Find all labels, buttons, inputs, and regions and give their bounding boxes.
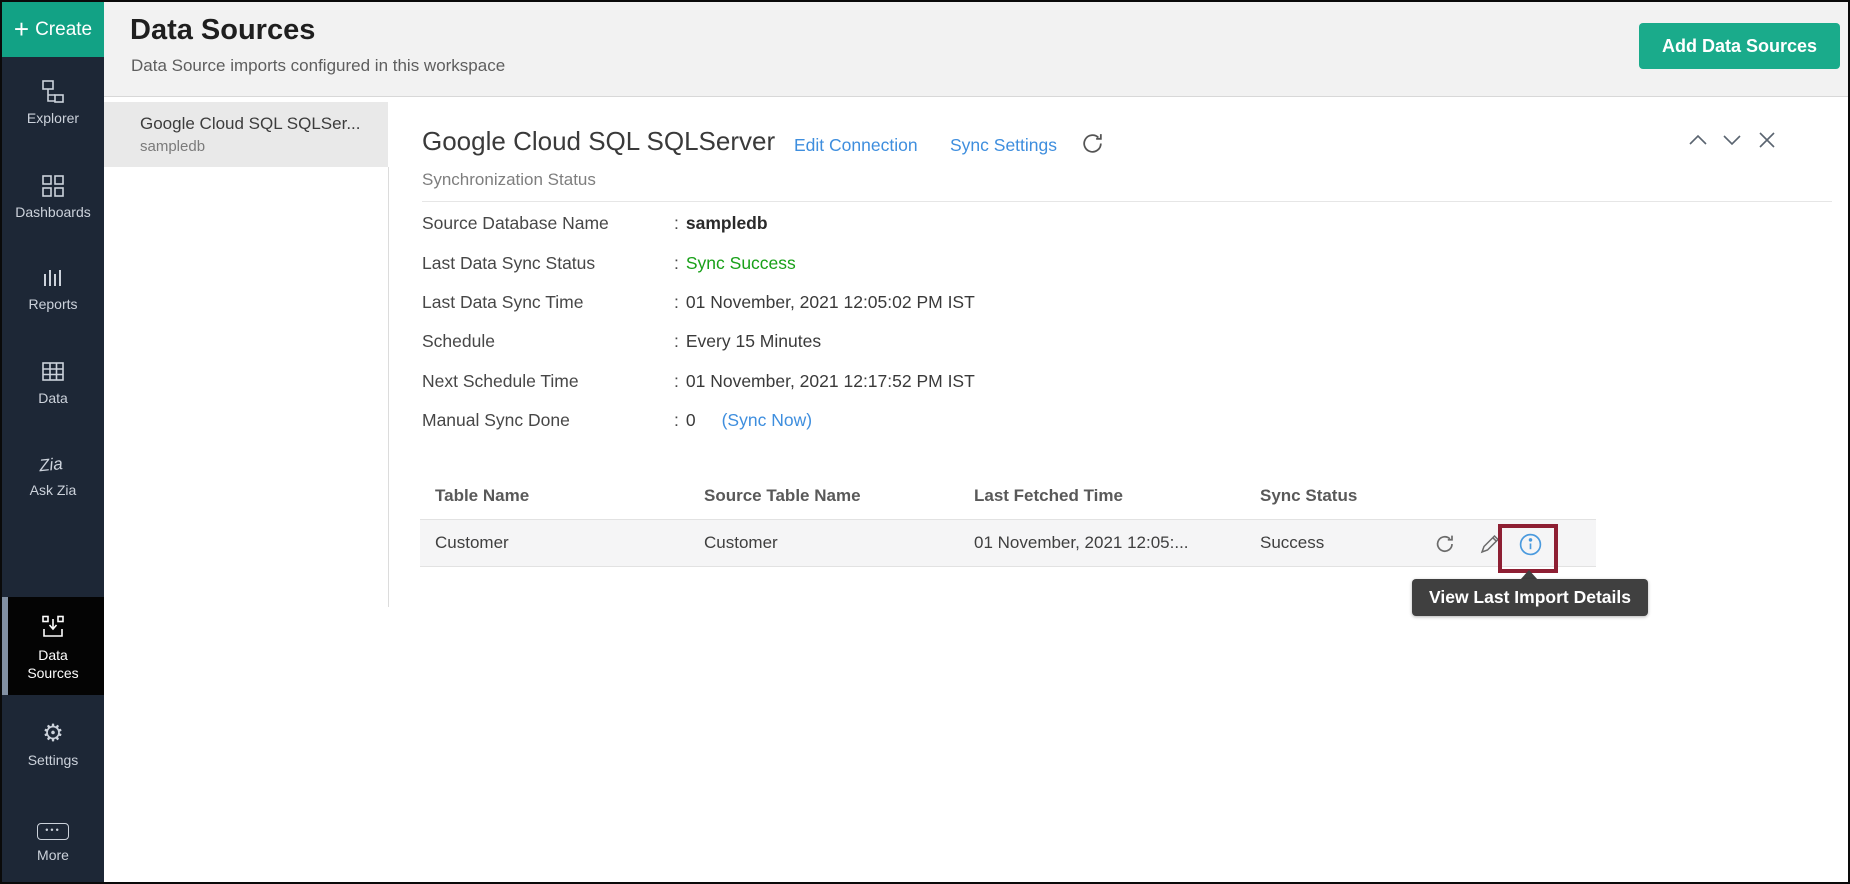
flowchart-icon [2,78,104,106]
field-value: Every 15 Minutes [686,331,821,352]
page-title: Data Sources [130,14,315,47]
close-icon[interactable] [1755,128,1779,157]
create-button[interactable]: + Create [2,2,104,57]
field-label: Last Data Sync Time [422,292,674,313]
sync-now-link[interactable]: (Sync Now) [722,410,812,431]
sidebar-item-label: Data Sources [21,646,85,682]
row-edit-icon[interactable] [1478,532,1502,561]
plus-icon: + [14,16,29,42]
sync-status-value: Sync Success [686,253,796,274]
sidebar-item-more[interactable]: ••• More [2,815,104,864]
tooltip: View Last Import Details [1412,579,1648,616]
bar-chart-icon [2,264,104,292]
sidebar-item-label: Explorer [2,109,104,127]
create-button-label: Create [35,19,92,41]
field-row: Last Data Sync Time : 01 November, 2021 … [422,283,1182,322]
sidebar-item-explorer[interactable]: Explorer [2,78,104,127]
table-row: Customer Customer 01 November, 2021 12:0… [420,519,1596,567]
source-list-item[interactable]: Google Cloud SQL SQLSer... sampledb [104,102,388,167]
detail-title: Google Cloud SQL SQLServer [422,126,775,157]
edit-connection-link[interactable]: Edit Connection [794,135,918,156]
sync-status-fields: Source Database Name : sampledb Last Dat… [422,204,1182,440]
column-header-source-table-name: Source Table Name [704,486,861,506]
row-info-icon[interactable] [1518,532,1543,562]
field-label: Manual Sync Done [422,410,674,431]
field-value: sampledb [686,213,768,234]
sidebar-item-data-sources[interactable]: Data Sources [2,597,104,695]
column-header-last-fetched-time: Last Fetched Time [974,486,1123,506]
field-label: Source Database Name [422,213,674,234]
sidebar-item-settings[interactable]: ⚙ Settings [2,720,104,769]
source-database: sampledb [140,136,388,158]
zia-script-icon: Zia [2,450,104,478]
section-divider [422,201,1832,202]
field-value: 01 November, 2021 12:05:02 PM IST [686,292,975,313]
cell-table-name: Customer [435,533,509,553]
field-label: Next Schedule Time [422,371,674,392]
import-tray-icon [2,613,104,641]
field-value: 01 November, 2021 12:17:52 PM IST [686,371,975,392]
cell-source-table-name: Customer [704,533,778,553]
row-sync-icon[interactable] [1433,532,1457,561]
section-title: Synchronization Status [422,170,596,190]
page-subtitle: Data Source imports configured in this w… [131,56,505,76]
field-row: Next Schedule Time : 01 November, 2021 1… [422,362,1182,401]
sidebar-item-label: Ask Zia [2,481,104,499]
field-row: Schedule : Every 15 Minutes [422,322,1182,361]
sidebar-item-label: More [2,846,104,864]
sidebar-item-label: Data [2,389,104,407]
active-indicator [2,597,8,695]
field-value: 0 [686,410,696,431]
field-label: Schedule [422,331,674,352]
sidebar-item-label: Settings [2,751,104,769]
sidebar-item-ask-zia[interactable]: Zia Ask Zia [2,450,104,499]
cell-sync-status: Success [1260,533,1324,553]
cell-last-fetched-time: 01 November, 2021 12:05:... [974,533,1189,553]
sidebar-item-label: Dashboards [2,203,104,221]
svg-text:Zia: Zia [37,454,63,475]
sync-settings-link[interactable]: Sync Settings [950,135,1057,156]
column-header-sync-status: Sync Status [1260,486,1357,506]
grid-icon [2,172,104,200]
field-label: Last Data Sync Status [422,253,674,274]
sidebar-item-dashboards[interactable]: Dashboards [2,172,104,221]
page-header: Data Sources Data Source imports configu… [104,2,1848,97]
app-window: + Create Explorer Dashboards [0,0,1850,884]
chevron-down-icon[interactable] [1720,130,1744,155]
field-row: Last Data Sync Status : Sync Success [422,243,1182,282]
sidebar: + Create Explorer Dashboards [2,2,104,882]
sidebar-item-data[interactable]: Data [2,358,104,407]
source-name: Google Cloud SQL SQLSer... [140,112,388,136]
field-row: Source Database Name : sampledb [422,204,1182,243]
panel-divider [388,167,389,607]
ellipsis-icon: ••• [2,815,104,843]
field-row: Manual Sync Done : 0 (Sync Now) [422,401,1182,440]
chevron-up-icon[interactable] [1686,130,1710,155]
sidebar-item-reports[interactable]: Reports [2,264,104,313]
column-header-table-name: Table Name [435,486,529,506]
refresh-icon[interactable] [1080,131,1105,161]
table-icon [2,358,104,386]
gear-icon: ⚙ [2,720,104,748]
sidebar-item-label: Reports [2,295,104,313]
add-data-sources-button[interactable]: Add Data Sources [1639,23,1840,69]
